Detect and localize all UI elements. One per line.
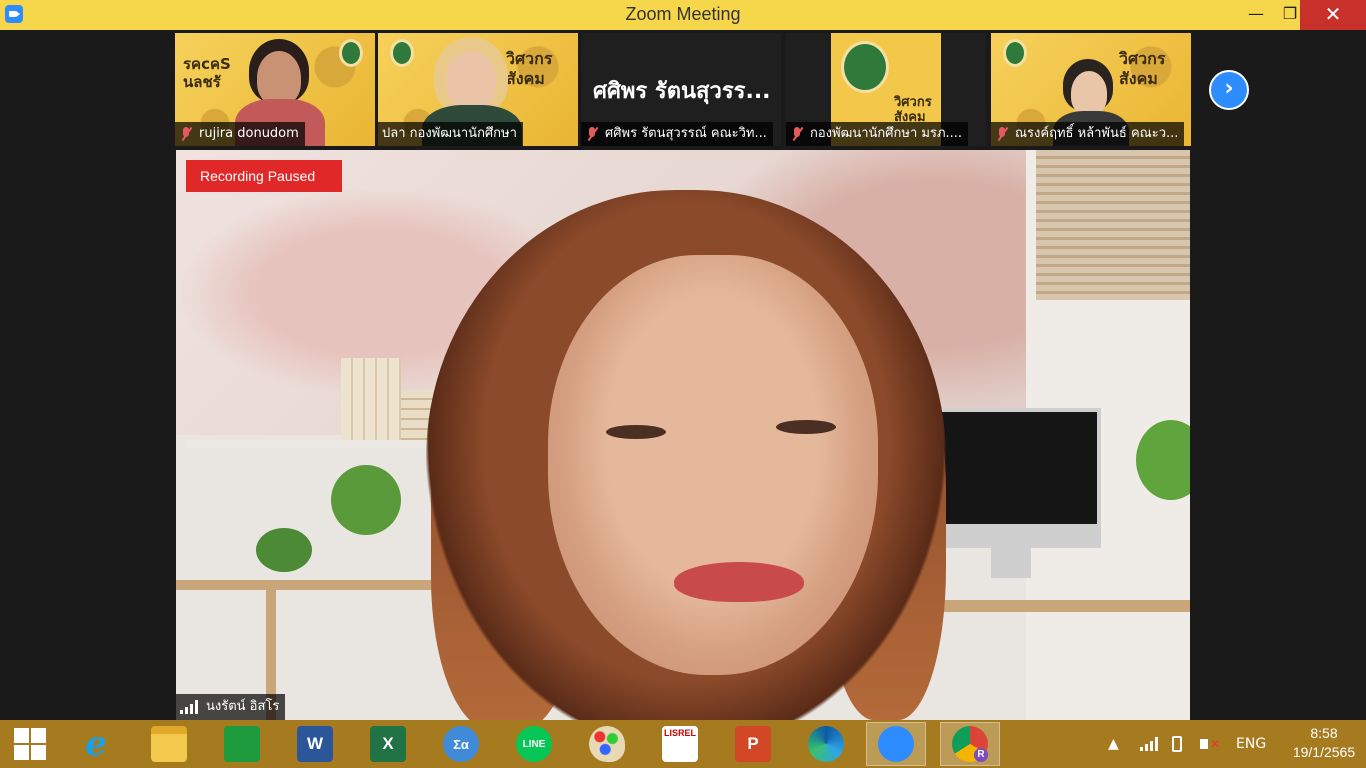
taskbar-powerpoint[interactable]: P bbox=[723, 722, 783, 766]
close-button[interactable]: ✕ bbox=[1300, 0, 1366, 30]
math-input-icon: Σα bbox=[443, 726, 479, 762]
books bbox=[341, 358, 401, 440]
powerpoint-icon: P bbox=[735, 726, 771, 762]
participant-name: ศศิพร รัตนสุวรรณ์ คณะวิท... bbox=[605, 126, 767, 141]
participant-tile[interactable]: ศศิพร รัตนสุวรร... ศศิพร รัตนสุวรรณ์ คณะ… bbox=[581, 33, 781, 146]
desk bbox=[936, 600, 1190, 612]
show-hidden-icons-button[interactable]: ▲ bbox=[1108, 720, 1119, 768]
window-blind bbox=[1036, 150, 1190, 300]
active-speaker-name: นงรัตน์ อิสโร bbox=[206, 699, 280, 714]
taskbar-word[interactable]: W bbox=[285, 722, 345, 766]
chrome-profile-badge: R bbox=[974, 748, 988, 762]
participant-name: ปลา กองพัฒนานักศึกษา bbox=[382, 126, 517, 141]
participant-tile[interactable]: วิศวกร สังคม ณรงค์ฤทธิ์ หล้าพันธ์ คณะว..… bbox=[991, 33, 1191, 146]
taskbar-line[interactable]: LINE bbox=[504, 722, 564, 766]
participant-name: ณรงค์ฤทธิ์ หล้าพันธ์ คณะว... bbox=[1015, 126, 1179, 141]
poster-text: วิศวกร สังคม bbox=[1119, 49, 1166, 88]
input-language-indicator[interactable]: ENG bbox=[1236, 720, 1266, 768]
participant-display-name: ศศิพร รัตนสุวรร... bbox=[593, 79, 771, 104]
line-app-icon: LINE bbox=[516, 726, 552, 762]
mic-muted-icon bbox=[179, 126, 193, 142]
speaker-face bbox=[548, 255, 878, 675]
clock-time: 8:58 bbox=[1310, 725, 1338, 741]
title-bar: Zoom Meeting — ❐ ✕ bbox=[0, 0, 1366, 30]
participant-name: rujira donudom bbox=[199, 126, 299, 141]
participant-name-label: ศศิพร รัตนสุวรรณ์ คณะวิท... bbox=[581, 122, 773, 146]
meeting-area: รคcคS นลชรั rujira donudom วิศวกร สังคม … bbox=[0, 30, 1366, 720]
university-seal-icon bbox=[1003, 39, 1027, 67]
word-icon: W bbox=[297, 726, 333, 762]
folder-icon bbox=[151, 726, 187, 762]
connection-signal-icon bbox=[180, 700, 198, 714]
volume-muted-icon[interactable]: ✕ bbox=[1200, 720, 1220, 768]
battery-icon[interactable] bbox=[1172, 720, 1182, 768]
participant-tile[interactable]: วิศวกร สังคม ปลา กองพัฒนานักศึกษา bbox=[378, 33, 578, 146]
start-button[interactable] bbox=[0, 722, 60, 766]
poster-text: วิศวกร สังคม bbox=[506, 49, 553, 88]
wooden-shelf bbox=[176, 580, 436, 590]
next-page-button[interactable]: › bbox=[1209, 70, 1249, 110]
participant-tile[interactable]: วิศวกร สังคม กองพัฒนานักศึกษา มรภ.... bbox=[786, 33, 986, 146]
edge-icon bbox=[808, 726, 844, 762]
taskbar-excel[interactable]: X bbox=[358, 722, 418, 766]
poster-text: วิศวกร สังคม bbox=[894, 95, 932, 125]
participant-name: กองพัฒนานักศึกษา มรภ.... bbox=[810, 126, 963, 141]
participant-name-label: กองพัฒนานักศึกษา มรภ.... bbox=[786, 122, 969, 146]
taskbar-zoom[interactable] bbox=[866, 722, 926, 766]
participant-name-label: ปลา กองพัฒนานักศึกษา bbox=[378, 122, 523, 146]
system-clock[interactable]: 8:58 19/1/2565 bbox=[1284, 724, 1364, 762]
potted-plant bbox=[256, 528, 312, 572]
taskbar-internet-explorer[interactable]: e bbox=[66, 722, 126, 766]
excel-icon: X bbox=[370, 726, 406, 762]
taskbar-edge[interactable] bbox=[796, 722, 856, 766]
chrome-icon: R bbox=[952, 726, 988, 762]
taskbar-store[interactable] bbox=[212, 722, 272, 766]
taskbar-file-explorer[interactable] bbox=[139, 722, 199, 766]
taskbar-chrome[interactable]: R bbox=[940, 722, 1000, 766]
clock-date: 19/1/2565 bbox=[1292, 744, 1356, 760]
window-title: Zoom Meeting bbox=[625, 4, 741, 24]
active-speaker-video: Recording Paused นงรัตน์ อิสโร bbox=[176, 150, 1190, 720]
computer-monitor bbox=[921, 408, 1101, 548]
lisrel-icon: LISREL bbox=[662, 726, 698, 762]
university-seal-icon bbox=[390, 39, 414, 67]
poster-text: รคcคS นลชรั bbox=[183, 55, 231, 91]
participant-name-label: rujira donudom bbox=[175, 122, 305, 146]
active-speaker-label: นงรัตน์ อิสโร bbox=[176, 694, 286, 720]
recording-paused-badge[interactable]: Recording Paused bbox=[186, 160, 342, 192]
taskbar: e W X Σα LINE LISREL P R ▲ ✕ ENG 8:58 19… bbox=[0, 720, 1366, 768]
university-seal-icon bbox=[841, 41, 889, 93]
participant-name-label: ณรงค์ฤทธิ์ หล้าพันธ์ คณะว... bbox=[991, 122, 1185, 146]
mic-muted-icon bbox=[585, 126, 599, 142]
participant-face bbox=[257, 51, 301, 105]
participant-face bbox=[446, 51, 496, 109]
internet-explorer-icon: e bbox=[85, 724, 107, 764]
taskbar-math-input[interactable]: Σα bbox=[431, 722, 491, 766]
university-seal-icon bbox=[339, 39, 363, 67]
mic-muted-icon bbox=[995, 126, 1009, 142]
paint-palette-icon bbox=[589, 726, 625, 762]
network-signal-icon[interactable] bbox=[1140, 720, 1158, 768]
store-bag-icon bbox=[224, 726, 260, 762]
speaker-lips bbox=[674, 562, 804, 602]
participant-face bbox=[1071, 71, 1107, 115]
potted-plant bbox=[331, 465, 401, 535]
zoom-icon bbox=[878, 726, 914, 762]
taskbar-lisrel[interactable]: LISREL bbox=[650, 722, 710, 766]
taskbar-paint[interactable] bbox=[577, 722, 637, 766]
participant-tile[interactable]: รคcคS นลชรั rujira donudom bbox=[175, 33, 375, 146]
mic-muted-icon bbox=[790, 126, 804, 142]
windows-logo-icon bbox=[14, 728, 46, 760]
